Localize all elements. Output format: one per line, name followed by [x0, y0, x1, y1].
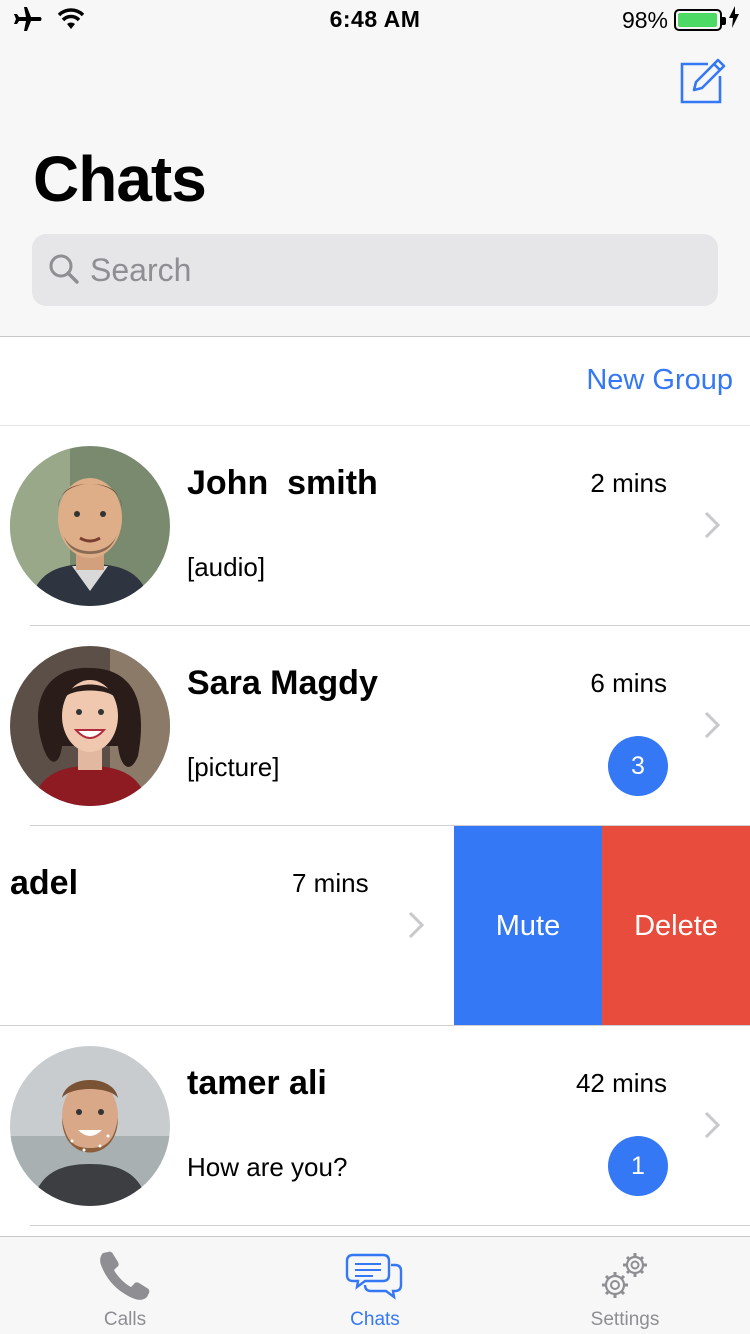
- tab-settings[interactable]: Settings: [500, 1237, 750, 1334]
- delete-button[interactable]: Delete: [602, 826, 750, 1026]
- chevron-right-icon: [702, 710, 722, 740]
- chat-time: 6 mins: [590, 668, 667, 698]
- tab-calls[interactable]: Calls: [0, 1237, 250, 1334]
- header: 6:48 AM 98% Chats: [0, 0, 750, 337]
- tab-bar: Calls Chats Settings: [0, 1236, 750, 1334]
- gears-icon: [595, 1247, 655, 1303]
- unread-badge: 3: [608, 736, 668, 796]
- chevron-right-icon: [406, 910, 426, 940]
- compose-icon[interactable]: [678, 58, 726, 106]
- chat-name: Sara Magdy: [187, 664, 378, 702]
- battery-icon: [674, 9, 726, 31]
- tab-chats[interactable]: Chats: [250, 1237, 500, 1334]
- chat-bubbles-icon: [345, 1247, 405, 1303]
- avatar: [10, 446, 170, 606]
- page-title: Chats: [33, 143, 207, 215]
- chat-row-content[interactable]: adel 7 mins: [0, 826, 454, 1026]
- chevron-right-icon: [702, 1110, 722, 1140]
- chat-preview: [audio]: [187, 552, 266, 582]
- chat-preview: [picture]: [187, 752, 280, 782]
- tab-label: Chats: [350, 1309, 400, 1330]
- mute-button[interactable]: Mute: [454, 826, 602, 1026]
- chat-row-sara[interactable]: Sara Magdy 6 mins [picture] 3: [0, 626, 750, 826]
- charging-icon: [728, 6, 740, 34]
- tab-label: Calls: [103, 1309, 147, 1330]
- chat-time: 7 mins: [292, 868, 369, 898]
- tab-label: Settings: [590, 1309, 660, 1330]
- chat-row-tamer[interactable]: tamer ali 42 mins How are you? 1: [0, 1026, 750, 1226]
- battery-percent: 98%: [621, 6, 668, 33]
- search-icon: [46, 251, 84, 289]
- unread-badge: 1: [608, 1136, 668, 1196]
- chevron-right-icon: [702, 510, 722, 540]
- chat-row-adel[interactable]: adel 7 mins Mute Delete: [0, 826, 750, 1026]
- phone-icon: [95, 1247, 155, 1303]
- new-group-button[interactable]: New Group: [586, 364, 733, 397]
- avatar: [10, 1046, 170, 1206]
- chat-name: adel: [10, 864, 79, 902]
- chat-preview: How are you?: [187, 1152, 348, 1182]
- chat-row-john[interactable]: John smith 2 mins [audio]: [0, 426, 750, 626]
- chat-name: tamer ali: [187, 1064, 327, 1102]
- chat-time: 42 mins: [575, 1068, 667, 1098]
- chat-name: John smith: [187, 464, 378, 502]
- avatar: [10, 646, 170, 806]
- status-bar: 6:48 AM 98%: [0, 0, 750, 40]
- search-bar[interactable]: [32, 234, 718, 306]
- chat-list: John smith 2 mins [audio] Sara Magdy 6 m…: [0, 426, 750, 1226]
- search-input[interactable]: [90, 234, 690, 306]
- chat-time: 2 mins: [590, 468, 667, 498]
- new-group-row: New Group: [0, 338, 750, 426]
